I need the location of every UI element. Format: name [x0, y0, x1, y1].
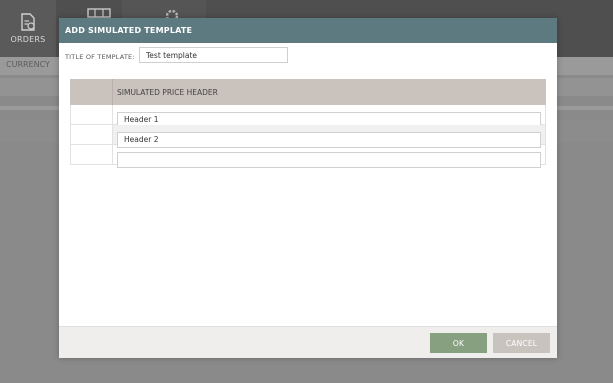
cancel-button[interactable]: CANCEL: [493, 333, 550, 353]
row-value-cell: [113, 105, 546, 128]
orders-document-icon: [21, 13, 35, 31]
nav-item-orders[interactable]: ORDERS: [0, 0, 56, 57]
table-row: [70, 125, 546, 148]
dialog-title: ADD SIMULATED TEMPLATE: [65, 26, 193, 35]
template-title-row: TITLE OF TEMPLATE:: [65, 47, 288, 63]
dialog-header: ADD SIMULATED TEMPLATE: [59, 18, 557, 43]
row-value-cell: [113, 125, 546, 148]
template-title-input[interactable]: [139, 47, 288, 63]
header-input[interactable]: [117, 151, 541, 168]
table-header-row: SIMULATED PRICE HEADER: [70, 79, 546, 105]
template-title-label: TITLE OF TEMPLATE:: [65, 53, 135, 61]
grid-icon: [87, 8, 111, 18]
dialog-footer: OK CANCEL: [59, 326, 557, 358]
table-row: [70, 145, 546, 168]
table-header-blank-cell: [70, 79, 113, 105]
column-header-simulated-price: SIMULATED PRICE HEADER: [113, 79, 546, 105]
price-header-table: SIMULATED PRICE HEADER: [70, 79, 546, 168]
table-row: [70, 105, 546, 128]
row-handle-cell: [70, 105, 113, 124]
add-template-dialog: ADD SIMULATED TEMPLATE TITLE OF TEMPLATE…: [59, 18, 557, 358]
currency-label[interactable]: CURRENCY: [6, 60, 50, 69]
row-handle-cell: [70, 125, 113, 144]
nav-orders-label: ORDERS: [10, 35, 46, 44]
row-handle-cell: [70, 145, 113, 164]
row-value-cell: [113, 145, 546, 168]
ok-button[interactable]: OK: [430, 333, 487, 353]
